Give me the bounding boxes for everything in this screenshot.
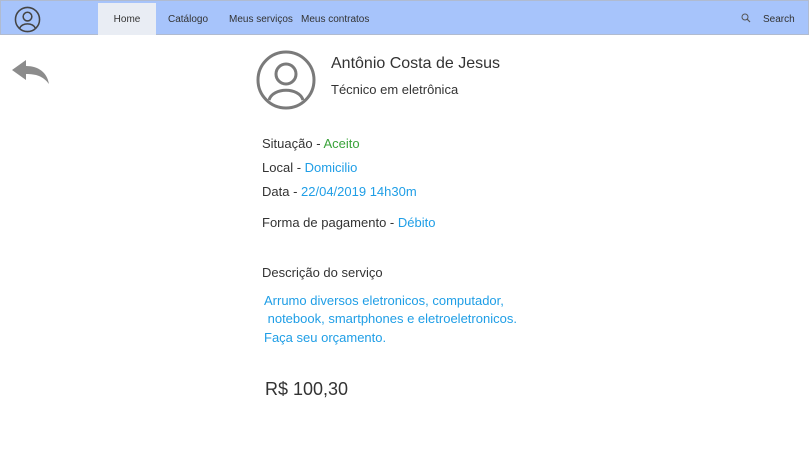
description-line: Arrumo diversos eletronicos, computador, — [264, 293, 504, 308]
data-row: Data - 22/04/2019 14h30m — [262, 184, 417, 199]
situacao-label: Situação - — [262, 136, 324, 151]
description-line: Faça seu orçamento. — [264, 330, 387, 345]
search-button[interactable]: Search — [763, 14, 795, 26]
nav-catalogo[interactable]: Catálogo — [168, 14, 208, 26]
situacao-row: Situação - Aceito — [262, 136, 360, 151]
nav-home[interactable]: Home — [98, 3, 156, 35]
top-navbar: Home Catálogo Meus serviços Meus contrat… — [0, 0, 809, 35]
situacao-value: Aceito — [323, 136, 360, 151]
description-heading: Descrição do serviço — [262, 265, 383, 280]
nav-meus-servicos[interactable]: Meus serviços — [229, 14, 293, 26]
profile-avatar-icon — [256, 50, 316, 110]
pagamento-row: Forma de pagamento - Débito — [262, 215, 435, 230]
search-icon[interactable] — [741, 13, 751, 23]
provider-name: Antônio Costa de Jesus — [331, 55, 500, 72]
local-value: Domicilio — [304, 160, 358, 175]
provider-role: Técnico em eletrônica — [331, 82, 459, 97]
data-value: 22/04/2019 14h30m — [301, 184, 417, 199]
local-label: Local - — [262, 160, 305, 175]
pagamento-value: Débito — [397, 215, 436, 230]
local-row: Local - Domicilio — [262, 160, 357, 175]
user-avatar-icon[interactable] — [14, 6, 41, 33]
back-arrow-icon[interactable] — [12, 60, 49, 86]
data-label: Data - — [262, 184, 302, 199]
nav-meus-contratos[interactable]: Meus contratos — [301, 14, 369, 26]
description-line: notebook, smartphones e eletroeletronico… — [264, 311, 517, 326]
nav-home-label: Home — [113, 13, 141, 25]
service-price: R$ 100,30 — [265, 379, 349, 399]
pagamento-label: Forma de pagamento - — [262, 215, 398, 230]
